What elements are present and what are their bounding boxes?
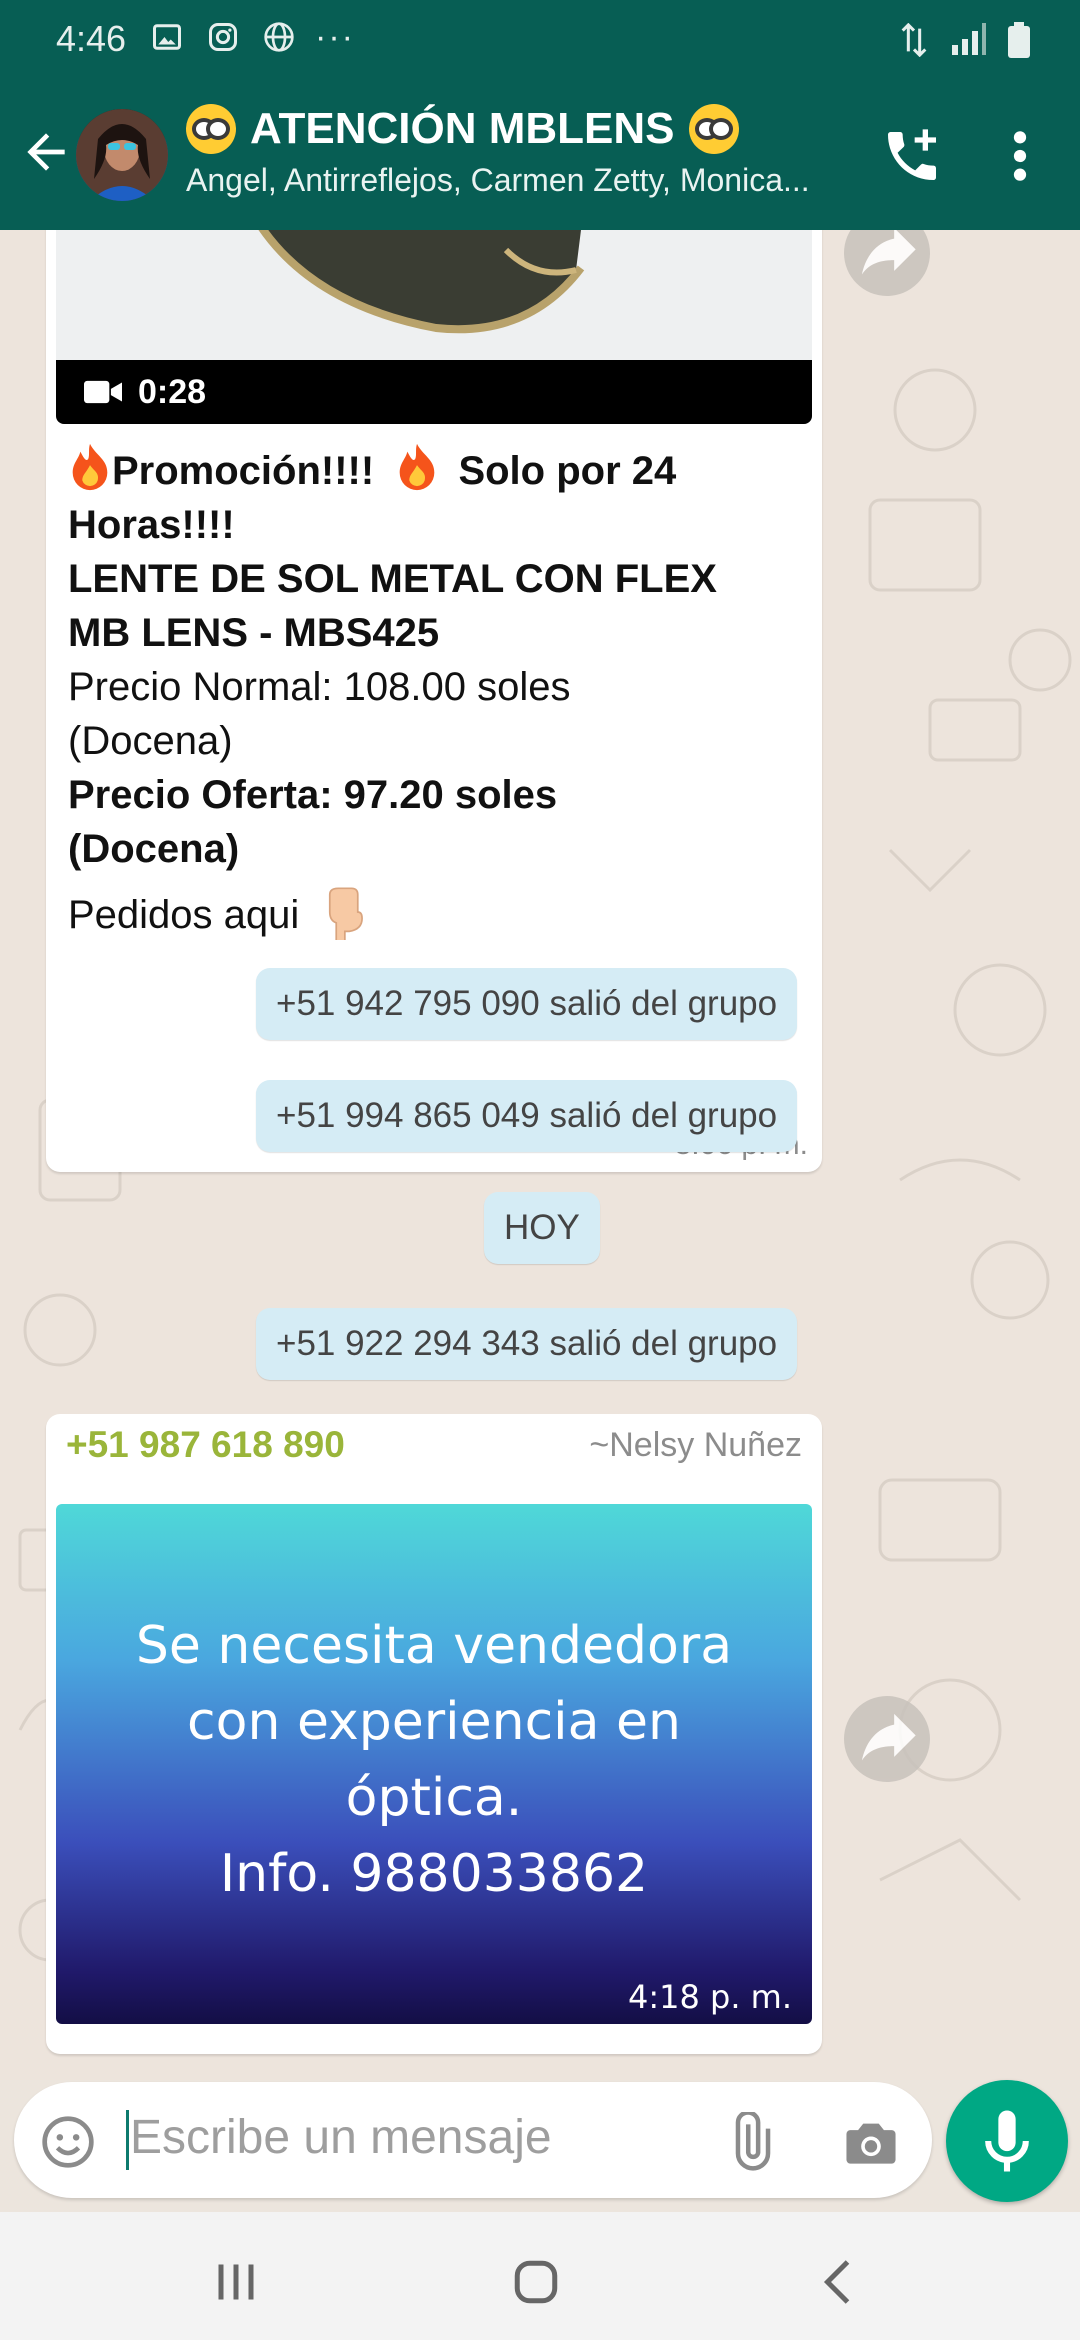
group-avatar[interactable] <box>76 109 168 201</box>
image-text-line: óptica. <box>345 1768 523 1828</box>
offer-price-unit: (Docena) <box>68 827 240 871</box>
product-code: MB LENS - MBS425 <box>68 611 440 655</box>
promo-headline-a: Promoción!!!! <box>112 449 375 493</box>
orders-text: Pedidos aqui <box>68 893 300 937</box>
mic-icon <box>985 2110 1029 2172</box>
image-text-line: Se necesita vendedora <box>135 1616 733 1676</box>
signal-icon <box>952 23 986 55</box>
forward-button[interactable] <box>844 230 930 296</box>
data-transfer-icon <box>901 23 927 57</box>
promo-headline-b: Solo por 24 <box>458 449 677 493</box>
forward-icon <box>861 1713 916 1761</box>
system-message: +51 994 865 049 salió del grupo <box>256 1080 798 1152</box>
message-composer[interactable]: Escribe un mensaje <box>14 2082 932 2198</box>
normal-price-unit: (Docena) <box>68 719 233 763</box>
message-time: 4:18 p. m. <box>627 1978 792 2016</box>
video-camera-icon <box>84 380 122 404</box>
message-input[interactable]: Escribe un mensaje <box>130 2110 552 2165</box>
status-notification-icons: ··· <box>150 17 355 56</box>
system-message: +51 942 795 090 salió del grupo <box>256 968 798 1040</box>
nerd-face-emoji-icon <box>688 104 739 154</box>
normal-price: Precio Normal: 108.00 soles <box>68 665 571 709</box>
video-info-bar: 0:28 <box>56 360 812 424</box>
sender-name: ~Nelsy Nuñez <box>589 1426 802 1464</box>
chat-participants: Angel, Antirreflejos, Carmen Zetty, Moni… <box>186 162 810 198</box>
camera-icon[interactable] <box>840 2112 902 2174</box>
message-list[interactable]: 0:28 Promoción!!!! Solo por 24 Horas!!!!… <box>0 230 1080 2080</box>
fire-emoji-icon <box>72 443 108 491</box>
text-cursor <box>126 2110 129 2170</box>
chat-title: ATENCIÓN MBLENS <box>186 104 846 154</box>
video-duration: 0:28 <box>138 372 207 411</box>
mic-button[interactable] <box>946 2080 1068 2202</box>
forward-icon <box>861 230 916 275</box>
gallery-icon <box>150 20 184 54</box>
home-icon[interactable] <box>506 2252 566 2312</box>
status-bar: 4:46 ··· <box>0 0 1080 84</box>
shared-image[interactable]: Se necesita vendedora con experiencia en… <box>56 1504 812 2024</box>
image-message-bubble[interactable]: +51 987 618 890 ~Nelsy Nuñez Se necesita… <box>46 1414 822 2054</box>
image-text-line: Info. 988033862 <box>219 1844 649 1904</box>
forward-button[interactable] <box>844 1696 930 1782</box>
chat-title-text: ATENCIÓN MBLENS <box>250 104 675 153</box>
chat-title-area[interactable]: ATENCIÓN MBLENS Angel, Antirreflejos, Ca… <box>186 104 846 199</box>
product-name: LENTE DE SOL METAL CON FLEX <box>68 557 717 601</box>
image-text-line: con experiencia en <box>187 1692 681 1752</box>
add-call-icon[interactable] <box>880 124 944 188</box>
nerd-face-emoji-icon <box>186 104 236 154</box>
globe-icon <box>262 20 296 54</box>
status-time: 4:46 <box>56 18 127 59</box>
chat-header: ATENCIÓN MBLENS Angel, Antirreflejos, Ca… <box>0 84 1080 230</box>
fire-emoji-icon <box>400 443 435 491</box>
more-vert-icon[interactable] <box>1000 124 1040 188</box>
promo-hours: Horas!!!! <box>68 503 235 547</box>
date-chip: HOY <box>484 1192 600 1264</box>
instagram-icon <box>206 20 240 54</box>
more-notifications-icon: ··· <box>315 17 355 56</box>
pointing-down-emoji-icon <box>329 887 364 940</box>
status-system-icons <box>900 22 1030 58</box>
attach-icon[interactable] <box>720 2110 780 2172</box>
video-thumbnail[interactable] <box>56 230 812 360</box>
recent-apps-icon[interactable] <box>206 2252 266 2312</box>
back-arrow-icon[interactable] <box>18 124 74 180</box>
battery-icon <box>1008 22 1030 58</box>
nav-back-icon[interactable] <box>810 2252 870 2312</box>
sender-phone[interactable]: +51 987 618 890 <box>66 1424 345 1466</box>
emoji-icon[interactable] <box>40 2114 96 2170</box>
offer-price: Precio Oferta: 97.20 soles <box>68 773 558 817</box>
promo-message-text: Promoción!!!! Solo por 24 Horas!!!! LENT… <box>68 442 798 942</box>
system-message: +51 922 294 343 salió del grupo <box>256 1308 798 1380</box>
system-nav-bar <box>0 2212 1080 2340</box>
